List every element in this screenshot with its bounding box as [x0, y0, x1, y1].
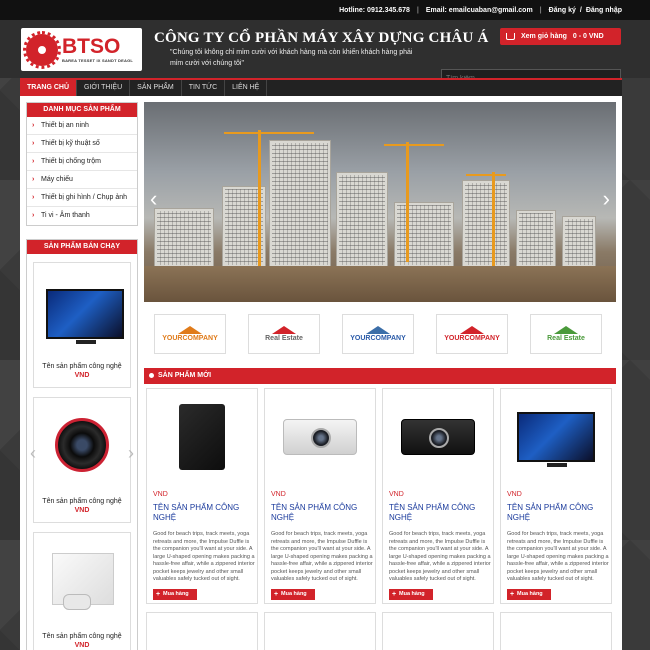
product-title[interactable]: TÊN SẢN PHẨM CÔNG NGHỆ: [153, 503, 253, 523]
chevron-left-icon[interactable]: ‹: [30, 444, 36, 462]
product-card[interactable]: [146, 612, 258, 650]
category-item[interactable]: Thiết bị ghi hình / Chụp ảnh: [27, 189, 137, 207]
product-card[interactable]: [264, 612, 376, 650]
nav-products[interactable]: SẢN PHẨM: [130, 80, 182, 96]
partner-label: YOURCOMPANY: [162, 335, 218, 342]
nav-home[interactable]: TRANG CHỦ: [20, 80, 77, 96]
product-price: VND: [153, 491, 168, 498]
product-card[interactable]: [382, 612, 494, 650]
cart-icon: [506, 33, 515, 40]
bestseller-price: VND: [74, 642, 90, 649]
console-image: [52, 553, 114, 610]
login-link[interactable]: Đăng nhập: [586, 7, 622, 14]
hero-slider[interactable]: ‹ ›: [144, 102, 616, 302]
category-item[interactable]: Thiết bị kỹ thuật số: [27, 135, 137, 153]
category-item[interactable]: Thiết bị chống trộm: [27, 153, 137, 171]
site-header: BTSO BAREA TESSET IX SANDT DEAGL CÔNG TY…: [0, 20, 650, 87]
chevron-right-icon[interactable]: ›: [128, 444, 134, 462]
slider-next-icon[interactable]: ›: [603, 188, 610, 210]
product-card[interactable]: VND TÊN SẢN PHẨM CÔNG NGHỆ Good for beac…: [146, 388, 258, 604]
product-description: Good for beach trips, track meets, yoga …: [389, 531, 491, 582]
nav-about[interactable]: GIỚI THIỆU: [77, 80, 131, 96]
tv-image: [46, 289, 124, 344]
top-bar: Hotline: 0912.345.678 | Email: emailcuab…: [0, 0, 650, 20]
partner-logo[interactable]: Real Estate: [248, 314, 320, 354]
main-content: Danh mục sản phẩm Thiết bị an ninh Thiết…: [20, 96, 622, 650]
bestseller-box: Sản phẩm bán chạy Tên sản phẩm công nghệ…: [26, 239, 138, 650]
house-icon: [554, 326, 578, 334]
logo-subtext: BAREA TESSET IX SANDT DEAGL: [62, 58, 134, 63]
product-title[interactable]: TÊN SẢN PHẨM CÔNG NGHỆ: [507, 503, 607, 523]
product-description: Good for beach trips, track meets, yoga …: [507, 531, 609, 582]
email: Email: emailcuaban@gmail.com: [425, 6, 533, 14]
product-price: VND: [389, 491, 404, 498]
register-link[interactable]: Đăng ký: [549, 7, 576, 14]
partner-label: Real Estate: [547, 335, 585, 342]
tv-image: [507, 395, 605, 479]
product-card[interactable]: VND TÊN SẢN PHẨM CÔNG NGHỆ Good for beac…: [264, 388, 376, 604]
speaker-image: [153, 395, 251, 479]
product-price: VND: [271, 491, 286, 498]
product-title[interactable]: TÊN SẢN PHẨM CÔNG NGHỆ: [389, 503, 489, 523]
buy-button[interactable]: Mua hàng: [389, 589, 433, 600]
product-description: Good for beach trips, track meets, yoga …: [153, 531, 255, 582]
bestseller-name: Tên sản phẩm công nghệ: [42, 363, 122, 370]
partner-logo[interactable]: YOURCOMPANY: [342, 314, 414, 354]
product-card[interactable]: [500, 612, 612, 650]
bestseller-item[interactable]: Tên sản phẩm công nghệ VND: [33, 262, 131, 388]
nav-news[interactable]: TIN TỨC: [182, 80, 226, 96]
cart-label: Xem giỏ hàng: [521, 33, 567, 40]
category-item[interactable]: Thiết bị an ninh: [27, 117, 137, 135]
bestseller-name: Tên sản phẩm công nghệ: [42, 633, 122, 640]
bestseller-name: Tên sản phẩm công nghệ: [42, 498, 122, 505]
bestseller-price: VND: [74, 507, 90, 514]
product-price: VND: [507, 491, 522, 498]
buy-button[interactable]: Mua hàng: [271, 589, 315, 600]
partner-logo[interactable]: Real Estate: [530, 314, 602, 354]
logo[interactable]: BTSO BAREA TESSET IX SANDT DEAGL: [21, 28, 142, 71]
hotline: Hotline: 0912.345.678: [339, 6, 410, 14]
projector-image: [389, 395, 487, 479]
product-title[interactable]: TÊN SẢN PHẨM CÔNG NGHỆ: [271, 503, 371, 523]
house-icon: [366, 326, 390, 334]
gear-icon: [23, 30, 61, 69]
house-icon: [272, 326, 296, 334]
company-slogan: "Chúng tôi không chỉ mỉm cười với khách …: [170, 49, 413, 67]
category-title: Danh mục sản phẩm: [27, 103, 137, 117]
view-cart-button[interactable]: Xem giỏ hàng 0 - 0 VND: [500, 28, 621, 45]
new-products-title: Sản phẩm mới: [144, 368, 616, 384]
camera-lens-image: [55, 418, 109, 472]
bestseller-title: Sản phẩm bán chạy: [27, 240, 137, 254]
category-item[interactable]: Máy chiếu: [27, 171, 137, 189]
buy-button[interactable]: Mua hàng: [507, 589, 551, 600]
house-icon: [178, 326, 202, 334]
product-card[interactable]: VND TÊN SẢN PHẨM CÔNG NGHỆ Good for beac…: [382, 388, 494, 604]
partner-label: YOURCOMPANY: [444, 335, 500, 342]
bestseller-price: VND: [74, 372, 90, 379]
logo-text: BTSO: [62, 35, 121, 58]
main-nav: TRANG CHỦ GIỚI THIỆU SẢN PHẨM TIN TỨC LI…: [20, 78, 622, 96]
house-icon: [460, 326, 484, 334]
bestseller-item[interactable]: Tên sản phẩm công nghệ VND: [33, 397, 131, 523]
company-name: CÔNG TY CỔ PHẦN MÁY XÂY DỰNG CHÂU Á: [154, 30, 489, 46]
partner-logo[interactable]: YOURCOMPANY: [154, 314, 226, 354]
partner-label: YOURCOMPANY: [350, 335, 406, 342]
cart-summary: 0 - 0 VND: [572, 33, 604, 40]
category-item[interactable]: Ti vi - Âm thanh: [27, 207, 137, 225]
nav-contact[interactable]: LIÊN HỆ: [225, 80, 268, 96]
product-card[interactable]: VND TÊN SẢN PHẨM CÔNG NGHỆ Good for beac…: [500, 388, 612, 604]
partner-label: Real Estate: [265, 335, 303, 342]
partner-logo[interactable]: YOURCOMPANY: [436, 314, 508, 354]
category-menu: Danh mục sản phẩm Thiết bị an ninh Thiết…: [26, 102, 138, 226]
product-description: Good for beach trips, track meets, yoga …: [271, 531, 373, 582]
slider-prev-icon[interactable]: ‹: [150, 188, 157, 210]
projector-image: [271, 395, 369, 479]
buy-button[interactable]: Mua hàng: [153, 589, 197, 600]
bestseller-item[interactable]: Tên sản phẩm công nghệ VND: [33, 532, 131, 650]
